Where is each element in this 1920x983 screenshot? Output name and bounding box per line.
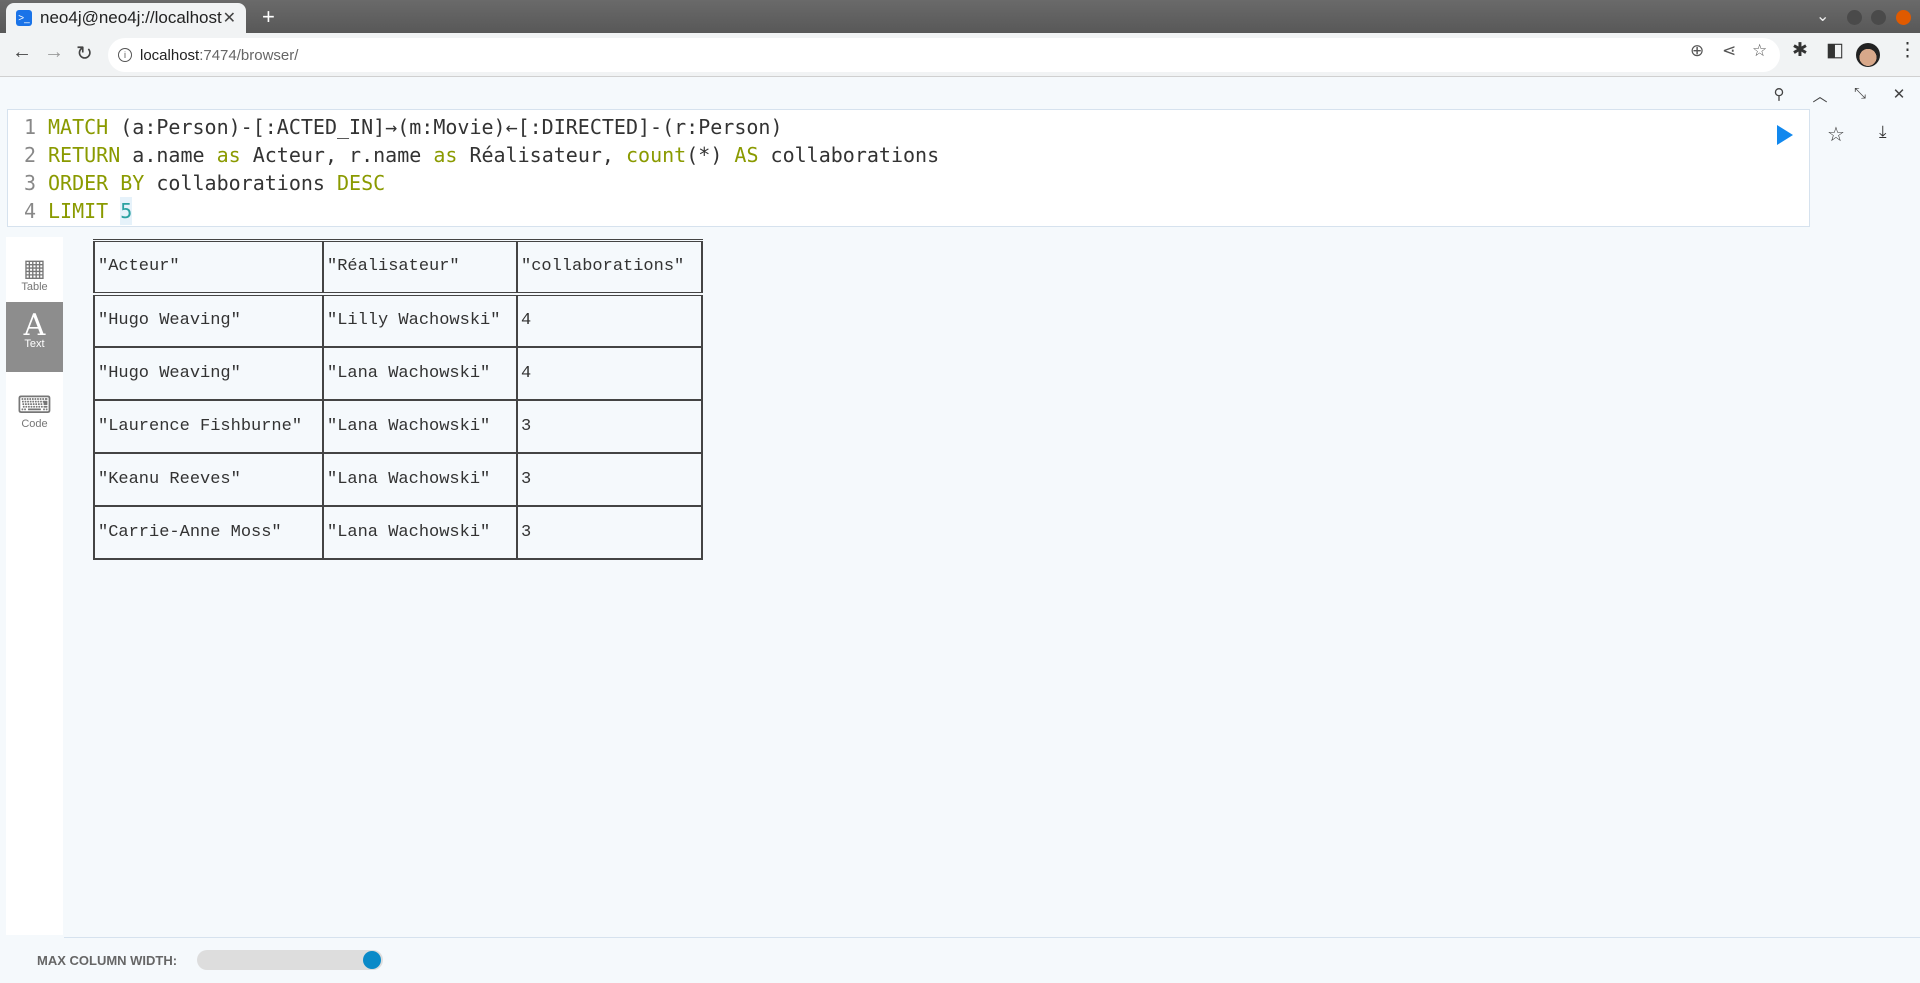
info-icon[interactable]: i xyxy=(118,48,132,62)
editor-line: 4 LIMIT 5 xyxy=(8,197,1809,225)
url-input[interactable]: i localhost:7474/browser/ xyxy=(108,38,1780,72)
view-code-button[interactable]: ⌨ Code xyxy=(6,382,63,452)
code-token: MATCH xyxy=(48,115,121,139)
minimize-button[interactable] xyxy=(1847,10,1862,25)
text-icon: A xyxy=(23,308,46,343)
table-cell: 3 xyxy=(516,505,703,560)
code-token: a.name xyxy=(132,143,217,167)
slider-handle[interactable] xyxy=(363,951,381,969)
table-cell: "Lana Wachowski" xyxy=(322,505,518,560)
table-row: "Laurence Fishburne" "Lana Wachowski" 3 xyxy=(93,399,703,454)
line-number: 1 xyxy=(23,115,36,139)
table-cell: 4 xyxy=(516,346,703,401)
url-host: localhost xyxy=(140,46,200,64)
code-token: AS xyxy=(734,143,771,167)
extensions-icon[interactable]: ✱ xyxy=(1792,39,1808,62)
editor-line: 1 MATCH (a:Person)-[:ACTED_IN]→(m:Movie)←… xyxy=(8,113,1809,141)
close-icon[interactable]: ✕ xyxy=(1889,85,1909,103)
code-token: Acteur, r.name xyxy=(252,143,434,167)
code-icon: ⌨ xyxy=(17,392,52,419)
table-cell: "Hugo Weaving" xyxy=(93,293,324,348)
code-token: count xyxy=(626,143,687,167)
neo4j-favicon-icon: >_ xyxy=(16,10,32,26)
side-panel-icon[interactable]: ◧ xyxy=(1826,39,1844,62)
code-token: collaborations xyxy=(770,143,940,167)
table-cell: "Carrie-Anne Moss" xyxy=(93,505,324,560)
code-token: Réalisateur, xyxy=(469,143,627,167)
view-text-button[interactable]: A Text xyxy=(6,302,63,372)
back-icon[interactable]: ← xyxy=(12,41,32,64)
shrink-icon[interactable]: ⤡ xyxy=(1850,85,1870,102)
run-query-button[interactable] xyxy=(1777,125,1793,145)
code-token: 5 xyxy=(120,197,133,225)
bookmark-star-icon[interactable]: ☆ xyxy=(1752,41,1767,61)
table-row: "Carrie-Anne Moss" "Lana Wachowski" 3 xyxy=(93,505,703,560)
code-token: (a:Person)-[:ACTED_IN]→(m:Movie)←[:DIREC… xyxy=(120,115,783,139)
table-row: "Hugo Weaving" "Lana Wachowski" 4 xyxy=(93,346,703,401)
tab-search-icon[interactable]: ⌄ xyxy=(1816,6,1829,26)
table-icon: ▦ xyxy=(23,255,46,282)
line-number: 2 xyxy=(23,143,36,167)
forward-icon[interactable]: → xyxy=(44,41,64,64)
code-token: as xyxy=(433,143,470,167)
query-editor[interactable]: 1 MATCH (a:Person)-[:ACTED_IN]→(m:Movie)←… xyxy=(7,109,1810,227)
code-token: ORDER BY xyxy=(48,171,157,195)
pin-icon[interactable]: ⚲ xyxy=(1769,85,1789,103)
column-header: "Acteur" xyxy=(93,239,324,296)
share-icon[interactable]: ⋖ xyxy=(1722,41,1736,61)
table-cell: 3 xyxy=(516,399,703,454)
view-label: Text xyxy=(24,338,45,350)
table-cell: "Lana Wachowski" xyxy=(322,452,518,507)
max-column-width-label: MAX COLUMN WIDTH: xyxy=(37,953,178,968)
header-row: "Acteur" "Réalisateur" "collaborations" xyxy=(93,239,703,296)
download-icon[interactable]: ⤓ xyxy=(1879,122,1887,142)
result-view-sidebar: ▦ Table A Text ⌨ Code xyxy=(6,237,63,935)
table-cell: "Lilly Wachowski" xyxy=(322,293,518,348)
table-row: "Hugo Weaving" "Lilly Wachowski" 4 xyxy=(93,293,703,348)
table-cell: 4 xyxy=(516,293,703,348)
browser-tab[interactable]: >_ neo4j@neo4j://localhost ✕ xyxy=(6,3,246,33)
code-token: (*) xyxy=(686,143,735,167)
column-header: "Réalisateur" xyxy=(322,239,518,296)
code-token: LIMIT xyxy=(48,199,121,223)
reload-icon[interactable]: ↻ xyxy=(76,41,93,66)
code-token: DESC xyxy=(337,171,386,195)
code-token: as xyxy=(216,143,253,167)
menu-icon[interactable]: ⋮ xyxy=(1898,39,1917,62)
code-token: collaborations xyxy=(156,171,337,195)
view-label: Code xyxy=(21,418,48,430)
table-cell: "Lana Wachowski" xyxy=(322,346,518,401)
browser-tab-bar: >_ neo4j@neo4j://localhost ✕ + ⌄ xyxy=(0,0,1920,33)
text-result: "Acteur" "Réalisateur" "collaborations" "Hu… xyxy=(93,239,703,560)
tab-title: neo4j@neo4j://localhost xyxy=(40,8,222,27)
table-row: "Keanu Reeves" "Lana Wachowski" 3 xyxy=(93,452,703,507)
view-label: Table xyxy=(21,281,48,293)
code-token: RETURN xyxy=(48,143,133,167)
new-tab-button[interactable]: + xyxy=(262,4,275,30)
zoom-icon[interactable]: ⊕ xyxy=(1690,41,1704,61)
line-number: 4 xyxy=(23,199,36,223)
column-header: "collaborations" xyxy=(516,239,703,296)
table-cell: "Lana Wachowski" xyxy=(322,399,518,454)
profile-avatar[interactable] xyxy=(1856,43,1880,67)
address-bar-area: ← → ↻ i localhost:7474/browser/ ⊕ ⋖ ☆ ✱ … xyxy=(0,33,1920,77)
close-tab-icon[interactable]: ✕ xyxy=(223,8,236,28)
table-cell: "Hugo Weaving" xyxy=(93,346,324,401)
maximize-button[interactable] xyxy=(1871,10,1886,25)
max-column-width-slider[interactable] xyxy=(197,950,383,970)
collapse-icon[interactable]: ︿ xyxy=(1810,85,1830,106)
result-table: "Acteur" "Réalisateur" "collaborations" "Hu… xyxy=(93,239,703,560)
table-cell: 3 xyxy=(516,452,703,507)
table-cell: "Laurence Fishburne" xyxy=(93,399,324,454)
favorite-star-icon[interactable]: ☆ xyxy=(1827,122,1845,147)
editor-line: 3 ORDER BY collaborations DESC xyxy=(8,169,1809,197)
line-number: 3 xyxy=(23,171,36,195)
url-path: :7474/browser/ xyxy=(199,46,299,64)
editor-line: 2 RETURN a.name as Acteur, r.name as Réal… xyxy=(8,141,1809,169)
close-window-button[interactable] xyxy=(1896,10,1911,25)
table-cell: "Keanu Reeves" xyxy=(93,452,324,507)
